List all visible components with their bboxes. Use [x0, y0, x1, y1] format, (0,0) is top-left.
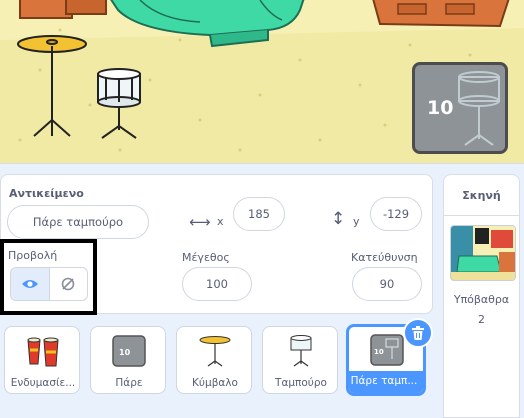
sprite-list: Ενδυμασίε... 10 Πάρε Κύμβαλο Ταμπούρο 10…	[0, 318, 433, 418]
x-label: x	[217, 215, 224, 228]
show-highlight-box: Προβολή	[0, 239, 97, 315]
show-sprite-button[interactable]	[11, 268, 50, 300]
eye-icon	[21, 280, 38, 288]
sprite-tile[interactable]: Κύμβαλο	[176, 326, 252, 394]
y-label: y	[353, 215, 360, 228]
sprite-tile[interactable]: Ενδυμασίε...	[4, 326, 80, 394]
horizontal-arrows-icon: ⟷	[189, 213, 211, 231]
backdrop-thumbnail[interactable]	[450, 225, 516, 281]
visibility-toggle	[10, 267, 88, 301]
sprite-name-input[interactable]: Πάρε ταμπούρο	[7, 205, 149, 239]
sprite-name: Κύμβαλο	[192, 377, 238, 389]
size-label: Μέγεθος	[182, 251, 230, 264]
snare-drum-icon	[290, 335, 312, 367]
divider	[444, 215, 519, 216]
conga-drums-icon	[27, 337, 59, 367]
dresser-right	[372, 0, 510, 28]
vertical-arrows-icon: ↕	[331, 209, 346, 229]
svg-text:10: 10	[119, 348, 131, 357]
stage-target-panel[interactable]: Σκηνή Υπόβαθρα 2	[443, 174, 520, 418]
sprite-tile[interactable]: 10 Πάρε	[90, 326, 166, 394]
cymbal-icon	[199, 336, 231, 367]
direction-input[interactable]: 90	[352, 267, 422, 301]
sprite-name: Πάρε	[115, 377, 143, 389]
svg-text:10: 10	[374, 348, 384, 356]
get-snare-button-sprite[interactable]: 10	[412, 62, 508, 154]
trash-icon	[412, 325, 424, 340]
sprite-tile[interactable]: Ταμπούρο	[262, 326, 338, 394]
grey-button-10-icon: 10	[112, 335, 146, 367]
backdrops-label: Υπόβαθρα	[453, 293, 510, 306]
direction-label: Κατεύθυνση	[351, 251, 418, 264]
eye-slash-icon	[61, 277, 75, 291]
stage-canvas[interactable]: 10	[0, 0, 524, 164]
sprite-name: Ενδυμασίε...	[10, 377, 76, 389]
delete-sprite-button[interactable]	[403, 318, 433, 348]
sprite-name: Πάρε ταμπ...	[350, 375, 418, 387]
sprite-info-panel: Αντικείμενο Πάρε ταμπούρο ⟷ x 185 ↕ y -1…	[0, 174, 433, 315]
bedroom-backdrop-icon	[451, 226, 515, 280]
hide-sprite-button[interactable]	[50, 268, 88, 300]
x-position-input[interactable]: 185	[233, 197, 285, 231]
stage-title: Σκηνή	[462, 189, 501, 202]
sprite-name: Ταμπούρο	[275, 377, 327, 389]
y-position-input[interactable]: -129	[370, 197, 422, 231]
snare-overlay-icon	[458, 71, 500, 146]
size-input[interactable]: 100	[182, 267, 252, 301]
show-label: Προβολή	[8, 249, 58, 262]
grey-button-drum-icon: 10	[370, 334, 404, 366]
backdrops-count: 2	[478, 313, 485, 326]
sprite-label: Αντικείμενο	[9, 187, 84, 200]
